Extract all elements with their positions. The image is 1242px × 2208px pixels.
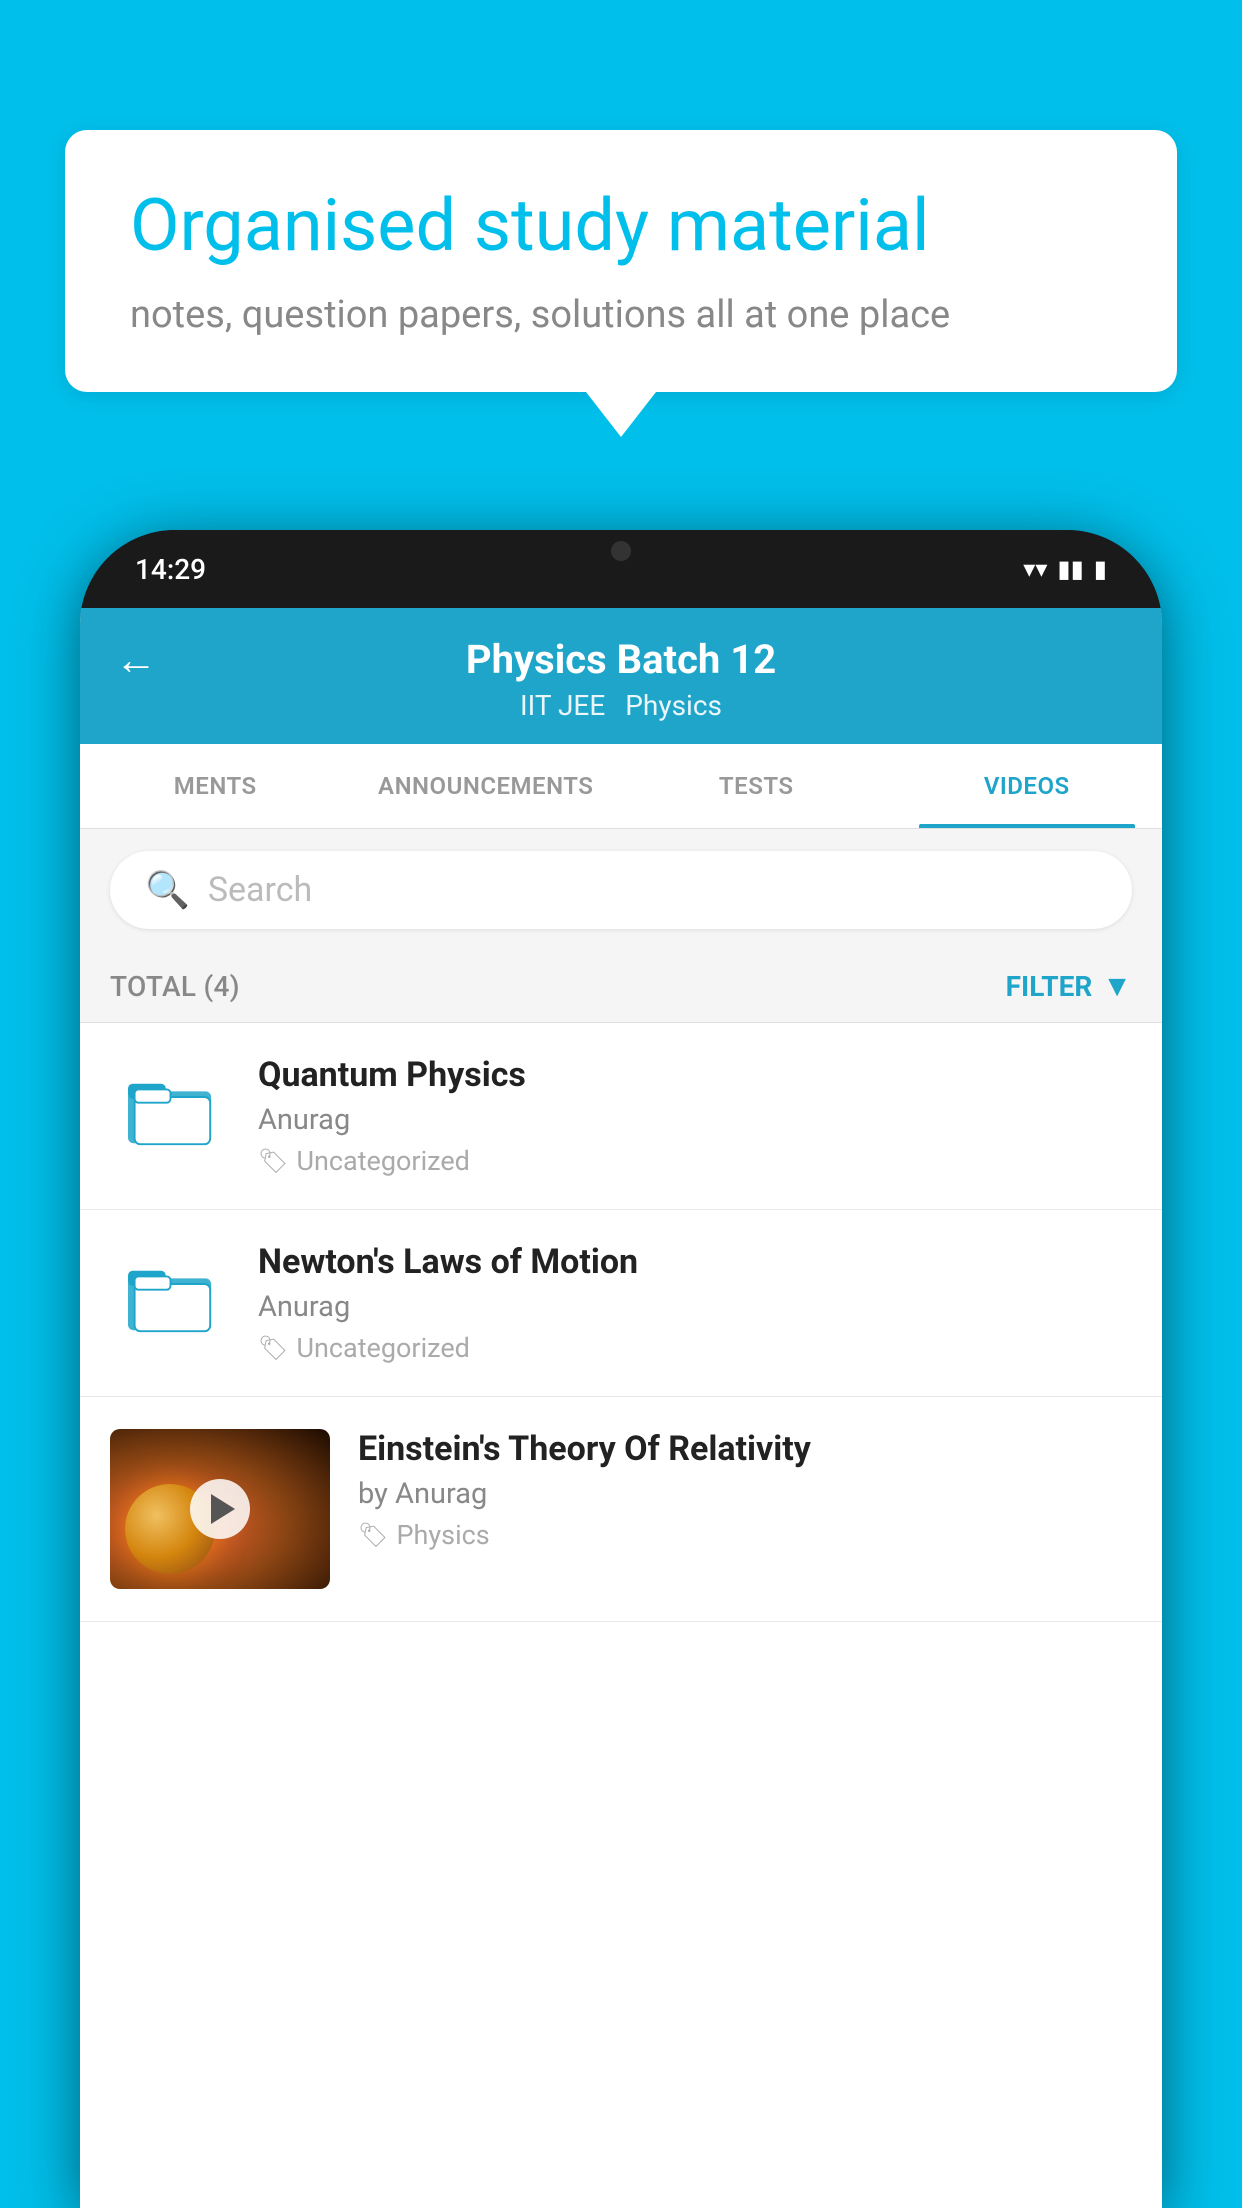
folder-icon	[123, 1063, 218, 1148]
status-bar: 14:29 ▾▾ ▮▮ ▮	[80, 530, 1162, 608]
video-author-1: Anurag	[258, 1103, 1132, 1137]
speech-bubble-tail	[586, 392, 656, 437]
battery-icon: ▮	[1094, 555, 1107, 583]
tab-ments[interactable]: MENTS	[80, 744, 351, 828]
bubble-subtitle: notes, question papers, solutions all at…	[130, 293, 1112, 337]
tag-icon-3: 🏷	[358, 1521, 388, 1549]
video-tag-label-1: Uncategorized	[296, 1145, 469, 1177]
header-title: Physics Batch 12	[466, 636, 776, 683]
video-tag-label-3: Physics	[396, 1519, 489, 1551]
filter-bar: TOTAL (4) FILTER ▼	[80, 951, 1162, 1023]
video-author-3: by Anurag	[358, 1477, 1132, 1511]
video-tag-label-2: Uncategorized	[296, 1332, 469, 1364]
speech-bubble: Organised study material notes, question…	[65, 130, 1177, 392]
filter-button[interactable]: FILTER ▼	[1006, 969, 1132, 1004]
search-icon: 🔍	[145, 869, 190, 911]
phone-screen: ← Physics Batch 12 IIT JEE Physics MENTS…	[80, 608, 1162, 2208]
wifi-icon: ▾▾	[1023, 555, 1047, 583]
play-icon	[211, 1494, 235, 1524]
video-author-2: Anurag	[258, 1290, 1132, 1324]
header-subtitle-physics: Physics	[625, 689, 722, 722]
video-title-2: Newton's Laws of Motion	[258, 1242, 1132, 1282]
phone-frame: 14:29 ▾▾ ▮▮ ▮ ← Physics Batch 12 IIT JEE…	[80, 530, 1162, 2208]
video-title-1: Quantum Physics	[258, 1055, 1132, 1095]
search-placeholder: Search	[208, 870, 312, 910]
tab-tests[interactable]: TESTS	[621, 744, 892, 828]
video-tag-3: 🏷 Physics	[358, 1519, 1132, 1551]
filter-label: FILTER	[1006, 970, 1093, 1003]
app-header: ← Physics Batch 12 IIT JEE Physics	[80, 608, 1162, 744]
play-button[interactable]	[190, 1479, 250, 1539]
search-bar-wrapper: 🔍 Search	[80, 829, 1162, 951]
phone-notch	[566, 530, 676, 572]
header-subtitle: IIT JEE Physics	[520, 689, 722, 722]
video-thumb-1	[110, 1055, 230, 1155]
video-list: Quantum Physics Anurag 🏷 Uncategorized	[80, 1023, 1162, 1622]
back-button[interactable]: ←	[115, 636, 157, 685]
camera-dot	[611, 541, 631, 561]
tab-announcements[interactable]: ANNOUNCEMENTS	[351, 744, 622, 828]
video-info-1: Quantum Physics Anurag 🏷 Uncategorized	[258, 1055, 1132, 1177]
status-time: 14:29	[135, 553, 206, 586]
tag-icon-1: 🏷	[258, 1147, 288, 1175]
list-item[interactable]: Quantum Physics Anurag 🏷 Uncategorized	[80, 1023, 1162, 1210]
video-info-3: Einstein's Theory Of Relativity by Anura…	[358, 1429, 1132, 1551]
list-item[interactable]: Einstein's Theory Of Relativity by Anura…	[80, 1397, 1162, 1622]
tab-videos[interactable]: VIDEOS	[892, 744, 1163, 828]
tabs-bar: MENTS ANNOUNCEMENTS TESTS VIDEOS	[80, 744, 1162, 829]
total-count: TOTAL (4)	[110, 970, 240, 1003]
signal-icon: ▮▮	[1057, 555, 1083, 583]
video-tag-2: 🏷 Uncategorized	[258, 1332, 1132, 1364]
video-thumb-2	[110, 1242, 230, 1342]
speech-bubble-wrapper: Organised study material notes, question…	[65, 130, 1177, 437]
video-info-2: Newton's Laws of Motion Anurag 🏷 Uncateg…	[258, 1242, 1132, 1364]
list-item[interactable]: Newton's Laws of Motion Anurag 🏷 Uncateg…	[80, 1210, 1162, 1397]
video-title-3: Einstein's Theory Of Relativity	[358, 1429, 1132, 1469]
status-icons: ▾▾ ▮▮ ▮	[1023, 555, 1107, 583]
video-tag-1: 🏷 Uncategorized	[258, 1145, 1132, 1177]
folder-icon	[123, 1250, 218, 1335]
header-subtitle-iitjee: IIT JEE	[520, 689, 605, 722]
filter-icon: ▼	[1102, 969, 1132, 1004]
tag-icon-2: 🏷	[258, 1334, 288, 1362]
bubble-title: Organised study material	[130, 185, 1112, 268]
video-thumbnail-3	[110, 1429, 330, 1589]
search-bar[interactable]: 🔍 Search	[110, 851, 1132, 929]
